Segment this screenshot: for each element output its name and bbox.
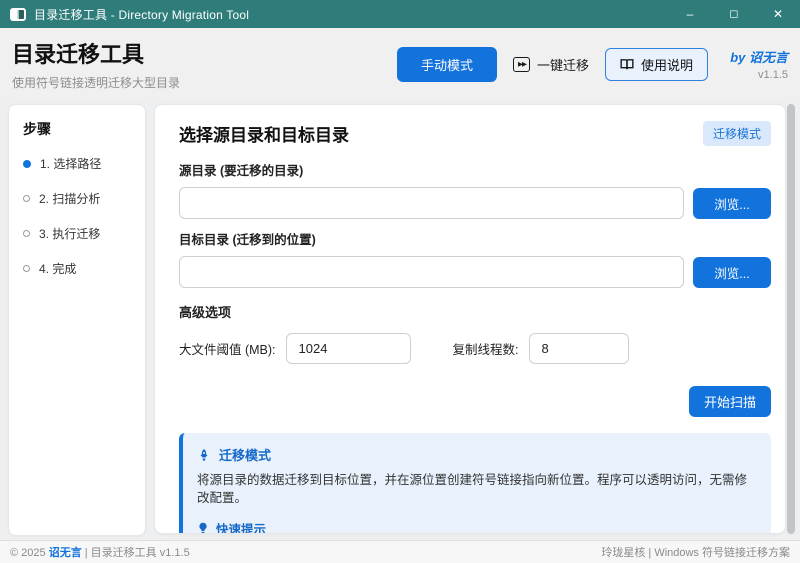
window-controls: – ◻ ✕ (668, 0, 800, 28)
browse-source-button[interactable]: 浏览... (693, 188, 771, 219)
target-dir-row: 浏览... (179, 256, 771, 288)
threads-input[interactable] (529, 333, 629, 364)
info-mode-heading: 迁移模式 (197, 445, 755, 464)
scrollbar-thumb[interactable] (787, 104, 795, 534)
step-label: 3. 执行迁移 (39, 225, 100, 242)
browse-target-button[interactable]: 浏览... (693, 257, 771, 288)
window-title: 目录迁移工具 - Directory Migration Tool (34, 6, 249, 23)
step-idle-dot (23, 195, 30, 202)
threshold-label: 大文件阈值 (MB): (179, 339, 276, 358)
steps-title: 步骤 (23, 119, 131, 139)
footer-copyright: © 2025 诏无言 | 目录迁移工具 v1.1.5 (10, 544, 190, 560)
help-label: 使用说明 (641, 55, 693, 74)
step-label: 4. 完成 (39, 260, 76, 277)
info-mode-desc: 将源目录的数据迁移到目标位置，并在源位置创建符号链接指向新位置。程序可以透明访问… (197, 472, 755, 507)
step-item-execute-migrate: 3. 执行迁移 (23, 225, 131, 242)
target-dir-label: 目标目录 (迁移到的位置) (179, 229, 771, 248)
title-bar: 目录迁移工具 - Directory Migration Tool – ◻ ✕ (0, 0, 800, 28)
step-active-dot (23, 160, 31, 168)
step-idle-dot (23, 265, 30, 272)
step-label: 2. 扫描分析 (39, 190, 100, 207)
panel-header: 选择源目录和目标目录 迁移模式 (179, 121, 771, 146)
app-window: 目录迁移工具 - Directory Migration Tool – ◻ ✕ … (0, 0, 800, 563)
tips-title: 快速提示 (216, 519, 266, 534)
start-scan-button[interactable]: 开始扫描 (689, 386, 771, 417)
source-dir-row: 浏览... (179, 187, 771, 219)
one-click-migrate-label: 一键迁移 (537, 55, 589, 74)
step-item-select-path: 1. 选择路径 (23, 155, 131, 172)
footer-tagline: 玲珑星核 | Windows 符号链接迁移方案 (601, 544, 790, 560)
maximize-button[interactable]: ◻ (712, 0, 756, 28)
step-item-scan-analyze: 2. 扫描分析 (23, 190, 131, 207)
app-header: 目录迁移工具 使用符号链接透明迁移大型目录 手动模式 ▶▶ 一键迁移 使用说明 … (0, 28, 800, 100)
scan-row: 开始扫描 (179, 386, 771, 417)
manual-mode-button[interactable]: 手动模式 (397, 47, 497, 82)
threads-label: 复制线程数: (453, 339, 519, 358)
threshold-input[interactable] (286, 333, 411, 364)
copyright-prefix: © 2025 (10, 547, 49, 559)
vertical-scrollbar[interactable] (787, 104, 795, 536)
main-panel: 选择源目录和目标目录 迁移模式 源目录 (要迁移的目录) 浏览... 目标目录 … (154, 104, 786, 534)
copyright-suffix: | 目录迁移工具 v1.1.5 (82, 547, 190, 559)
fast-forward-icon: ▶▶ (513, 57, 530, 72)
panel-title: 选择源目录和目标目录 (179, 121, 349, 146)
steps-sidebar: 步骤 1. 选择路径 2. 扫描分析 3. 执行迁移 4. 完成 (8, 104, 146, 536)
info-mode-title: 迁移模式 (219, 445, 271, 464)
footer-author-link[interactable]: 诏无言 (49, 547, 82, 559)
source-dir-label: 源目录 (要迁移的目录) (179, 160, 771, 179)
author-name: by 诏无言 (726, 47, 788, 66)
header-actions: 手动模式 ▶▶ 一键迁移 使用说明 by 诏无言 v1.1.5 (397, 47, 788, 82)
status-bar: © 2025 诏无言 | 目录迁移工具 v1.1.5 玲珑星核 | Window… (0, 540, 800, 563)
step-item-finish: 4. 完成 (23, 260, 131, 277)
page-subtitle: 使用符号链接透明迁移大型目录 (12, 74, 180, 91)
rocket-icon (197, 448, 211, 462)
close-button[interactable]: ✕ (756, 0, 800, 28)
book-icon (620, 58, 634, 71)
steps-list: 1. 选择路径 2. 扫描分析 3. 执行迁移 4. 完成 (23, 155, 131, 277)
help-button[interactable]: 使用说明 (605, 48, 708, 81)
author-block: by 诏无言 v1.1.5 (726, 47, 788, 81)
app-icon (10, 8, 26, 21)
advanced-options-row: 大文件阈值 (MB): 复制线程数: (179, 333, 771, 364)
minimize-button[interactable]: – (668, 0, 712, 28)
step-label: 1. 选择路径 (40, 155, 101, 172)
tips-heading: 快速提示 (197, 519, 755, 534)
lightbulb-icon (197, 522, 209, 534)
page-title: 目录迁移工具 (12, 37, 180, 69)
target-dir-input[interactable] (179, 256, 684, 288)
header-titles: 目录迁移工具 使用符号链接透明迁移大型目录 (12, 37, 180, 91)
step-idle-dot (23, 230, 30, 237)
version-label: v1.1.5 (726, 69, 788, 81)
mode-badge: 迁移模式 (703, 121, 771, 146)
content-area: 步骤 1. 选择路径 2. 扫描分析 3. 执行迁移 4. 完成 (0, 100, 800, 540)
one-click-migrate-button[interactable]: ▶▶ 一键迁移 (511, 49, 591, 80)
source-dir-input[interactable] (179, 187, 684, 219)
info-box: 迁移模式 将源目录的数据迁移到目标位置，并在源位置创建符号链接指向新位置。程序可… (179, 433, 771, 534)
advanced-options-label: 高级选项 (179, 302, 771, 321)
